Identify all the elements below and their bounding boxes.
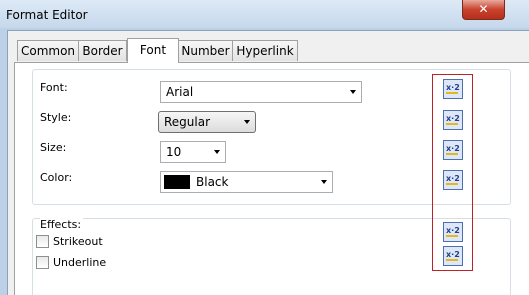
strikeout-label: Strikeout	[53, 235, 103, 248]
svg-text:x·2: x·2	[446, 226, 460, 235]
color-swatch	[164, 175, 190, 189]
tab-hyperlink[interactable]: Hyperlink	[232, 40, 298, 61]
color-label: Color:	[40, 171, 73, 184]
font-label: Font:	[40, 81, 68, 94]
svg-text:x·2: x·2	[446, 83, 460, 92]
strikeout-checkbox[interactable]	[36, 235, 49, 248]
svg-text:x·2: x·2	[446, 174, 460, 183]
window-title: Format Editor	[6, 8, 88, 22]
underline-formula-button[interactable]: x·2	[443, 246, 463, 266]
svg-text:x·2: x·2	[446, 114, 460, 123]
chevron-down-icon	[244, 120, 250, 124]
color-formula-button[interactable]: x·2	[443, 170, 463, 190]
chevron-down-icon	[321, 180, 327, 184]
chevron-down-icon	[214, 150, 220, 154]
tab-number[interactable]: Number	[178, 40, 233, 61]
style-value: Regular	[164, 115, 211, 129]
style-dropdown[interactable]: Regular	[158, 111, 256, 133]
tab-common[interactable]: Common	[17, 40, 79, 61]
formula-editor-icon: x·2	[444, 80, 462, 98]
formula-editor-icon: x·2	[444, 223, 462, 241]
size-value: 10	[166, 145, 182, 159]
style-label: Style:	[40, 111, 72, 124]
underline-label: Underline	[53, 256, 107, 269]
formula-editor-icon: x·2	[444, 141, 462, 159]
strikeout-formula-button[interactable]: x·2	[443, 222, 463, 242]
style-formula-button[interactable]: x·2	[443, 110, 463, 130]
formula-editor-icon: x·2	[444, 171, 462, 189]
underline-checkbox[interactable]	[36, 256, 49, 269]
color-dropdown[interactable]: Black	[160, 171, 333, 193]
tab-border[interactable]: Border	[78, 40, 127, 61]
formula-editor-icon: x·2	[444, 247, 462, 265]
svg-text:x·2: x·2	[446, 144, 460, 153]
size-dropdown[interactable]: 10	[160, 141, 226, 163]
chevron-down-icon	[350, 90, 356, 94]
formula-editor-icon: x·2	[444, 111, 462, 129]
font-value: Arial	[166, 85, 194, 99]
svg-text:x·2: x·2	[446, 250, 460, 259]
title-bar: Format Editor ✕	[0, 0, 529, 28]
close-icon: ✕	[478, 2, 489, 16]
close-button[interactable]: ✕	[462, 0, 505, 20]
color-value: Black	[196, 175, 229, 189]
size-label: Size:	[40, 141, 67, 154]
effects-title: Effects:	[40, 218, 84, 231]
font-dropdown[interactable]: Arial	[160, 81, 362, 103]
font-formula-button[interactable]: x·2	[443, 79, 463, 99]
size-formula-button[interactable]: x·2	[443, 140, 463, 160]
tab-font[interactable]: Font	[127, 38, 179, 63]
